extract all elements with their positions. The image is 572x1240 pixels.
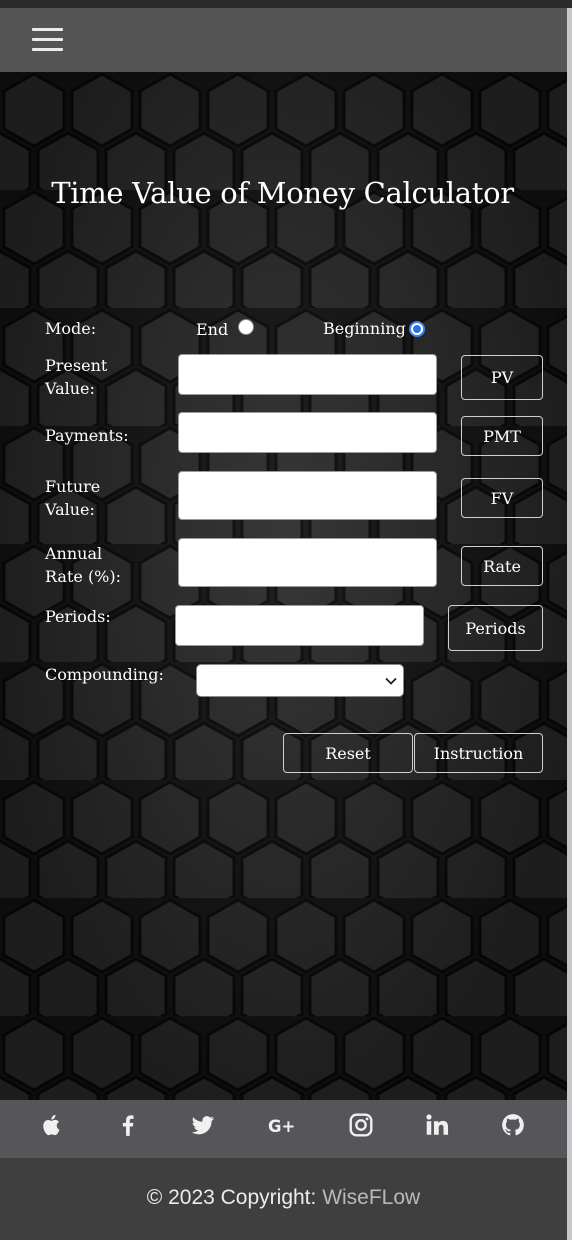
copyright-footer: © 2023 Copyright: WiseFLow [0, 1158, 567, 1240]
copyright-prefix: © 2023 Copyright: [146, 1186, 323, 1209]
compounding-select[interactable] [196, 664, 404, 697]
periods-label: Periods: [45, 607, 111, 626]
wiseflow-link[interactable]: WiseFLow [322, 1186, 420, 1209]
annual-rate-input[interactable] [178, 538, 437, 587]
scrollbar[interactable] [567, 8, 572, 1240]
copyright-text: © 2023 Copyright: WiseFLow [0, 1186, 567, 1210]
apple-icon[interactable] [39, 1112, 65, 1138]
mode-label: Mode: [45, 319, 97, 338]
facebook-icon[interactable] [115, 1112, 141, 1138]
payments-input[interactable] [178, 412, 437, 453]
social-links-bar: G+ [0, 1100, 567, 1158]
navbar [0, 8, 567, 72]
google-plus-icon[interactable]: G+ [268, 1112, 294, 1138]
github-icon[interactable] [500, 1112, 526, 1138]
pv-button[interactable]: PV [461, 355, 543, 400]
pmt-button[interactable]: PMT [461, 416, 543, 456]
present-value-label: Present Value: [45, 356, 108, 398]
compounding-label: Compounding: [45, 665, 164, 684]
future-value-label: Future Value: [45, 477, 101, 519]
periods-input[interactable] [175, 605, 424, 646]
top-strip [0, 0, 572, 8]
mode-end-label: End [196, 320, 229, 339]
instagram-icon[interactable] [348, 1112, 374, 1138]
fv-button[interactable]: FV [461, 478, 543, 518]
svg-text:G+: G+ [268, 1117, 294, 1136]
mode-beginning-radio[interactable] [409, 321, 425, 337]
present-value-input[interactable] [178, 354, 437, 395]
hamburger-menu-icon[interactable] [32, 28, 63, 52]
mode-beginning-label: Beginning [323, 319, 406, 338]
reset-button[interactable]: Reset [283, 733, 413, 773]
page-title: Time Value of Money Calculator [51, 176, 514, 210]
twitter-icon[interactable] [190, 1112, 216, 1138]
payments-label: Payments: [45, 426, 129, 445]
linkedin-icon[interactable] [424, 1112, 450, 1138]
chevron-down-icon [385, 677, 397, 685]
instruction-button[interactable]: Instruction [414, 733, 543, 773]
mode-end-radio[interactable] [238, 319, 254, 335]
annual-rate-label: Annual Rate (%): [45, 544, 122, 586]
periods-button[interactable]: Periods [448, 605, 543, 651]
rate-button[interactable]: Rate [461, 546, 543, 586]
calculator-section: Time Value of Money Calculator Mode: End… [0, 72, 567, 1100]
future-value-input[interactable] [178, 471, 437, 520]
